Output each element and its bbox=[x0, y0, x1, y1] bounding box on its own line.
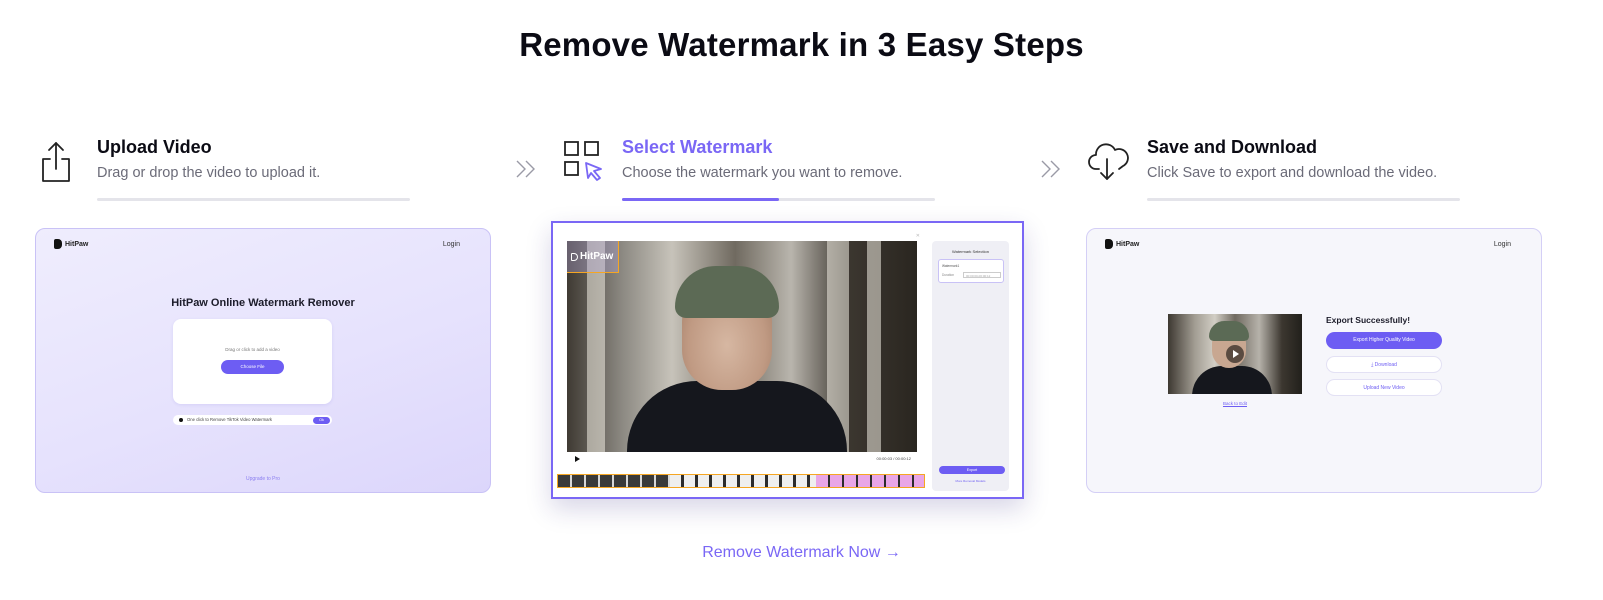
upload-preview-card: HitPaw Login HitPaw Online Watermark Rem… bbox=[35, 228, 491, 493]
more-models-link[interactable]: More Removal Models bbox=[932, 479, 1009, 483]
card-heading: HitPaw Online Watermark Remover bbox=[171, 297, 355, 309]
back-to-edit-link[interactable]: Back to Edit bbox=[1168, 401, 1302, 406]
step-title: Upload Video bbox=[97, 137, 212, 157]
step-description: Drag or drop the video to upload it. bbox=[97, 165, 321, 181]
step-description: Click Save to export and download the vi… bbox=[1147, 165, 1438, 181]
play-icon[interactable] bbox=[1226, 345, 1244, 363]
panel-title: Watermark Selection bbox=[952, 249, 989, 254]
chevron-right-double-icon bbox=[516, 160, 535, 178]
drop-hint: Drag or click to add a video bbox=[225, 347, 280, 352]
tiktok-placeholder: One click to Remove TikTok Video Waterma… bbox=[187, 417, 272, 422]
export-hq-button[interactable]: Export Higher Quality Video bbox=[1326, 332, 1442, 349]
chevron-right-double-icon bbox=[1041, 160, 1060, 178]
step-title: Select Watermark bbox=[622, 137, 773, 157]
hitpaw-mark-icon bbox=[571, 252, 578, 261]
watermark-side-panel: Watermark Selection Watermark1 Duration … bbox=[932, 241, 1009, 491]
watermark-selection-box[interactable]: HitPaw bbox=[567, 241, 619, 273]
step-progress-fill bbox=[622, 198, 779, 201]
step-progress-track bbox=[622, 198, 935, 201]
play-icon[interactable] bbox=[575, 456, 580, 462]
hitpaw-logo: HitPaw bbox=[1105, 239, 1139, 249]
select-grid-cursor-icon bbox=[562, 139, 606, 183]
download-button[interactable]: ⤓ Download bbox=[1326, 356, 1442, 373]
player-controls: 00:00:03 / 00:00:12 bbox=[567, 454, 917, 464]
tiktok-link-input[interactable]: One click to Remove TikTok Video Waterma… bbox=[173, 415, 332, 425]
hitpaw-logo: HitPaw bbox=[54, 239, 88, 249]
export-success-title: Export Successfully! bbox=[1326, 315, 1411, 325]
login-link[interactable]: Login bbox=[443, 241, 460, 248]
person-figure bbox=[627, 381, 847, 452]
upload-new-button[interactable]: Upload New Video bbox=[1326, 379, 1442, 396]
step-upload-video[interactable]: Upload Video Drag or drop the video to u… bbox=[37, 133, 417, 208]
watermark-item[interactable]: Watermark1 Duration 00:00:00-00:00:12 bbox=[938, 259, 1004, 283]
duration-field[interactable]: 00:00:00-00:00:12 bbox=[963, 272, 1001, 278]
step-description: Choose the watermark you want to remove. bbox=[622, 165, 903, 181]
upgrade-link[interactable]: Upgrade to Pro bbox=[36, 476, 490, 482]
time-display: 00:00:03 / 00:00:12 bbox=[876, 456, 911, 461]
upload-icon bbox=[37, 139, 81, 183]
close-icon[interactable]: ✕ bbox=[916, 233, 920, 239]
tiktok-ok-button[interactable]: Ok bbox=[313, 416, 330, 424]
step-title: Save and Download bbox=[1147, 137, 1318, 157]
video-preview: HitPaw bbox=[567, 241, 917, 452]
login-link[interactable]: Login bbox=[1494, 241, 1511, 248]
page-title: Remove Watermark in 3 Easy Steps bbox=[519, 26, 1084, 63]
watermark-label: HitPaw bbox=[580, 251, 614, 262]
download-preview-card: HitPaw Login Back to Edit Export Success… bbox=[1086, 228, 1542, 493]
tiktok-icon bbox=[179, 418, 183, 422]
step-save-download[interactable]: Save and Download Click Save to export a… bbox=[1087, 133, 1467, 208]
export-button[interactable]: Export bbox=[939, 466, 1005, 474]
timeline-filmstrip[interactable] bbox=[557, 474, 925, 488]
video-thumbnail[interactable] bbox=[1168, 314, 1302, 394]
step-progress-track bbox=[1147, 198, 1460, 201]
remove-watermark-now-link[interactable]: Remove Watermark Now → bbox=[0, 544, 1603, 562]
step-progress-track bbox=[97, 198, 410, 201]
choose-file-button[interactable]: Choose File bbox=[221, 360, 284, 374]
step-select-watermark[interactable]: Select Watermark Choose the watermark yo… bbox=[562, 133, 942, 208]
cloud-download-icon bbox=[1087, 139, 1131, 183]
editor-preview-card: HitPaw 00:00:03 / 00:00:12 Watermark Sel… bbox=[551, 221, 1024, 499]
drop-zone[interactable]: Drag or click to add a video Choose File bbox=[173, 319, 332, 404]
